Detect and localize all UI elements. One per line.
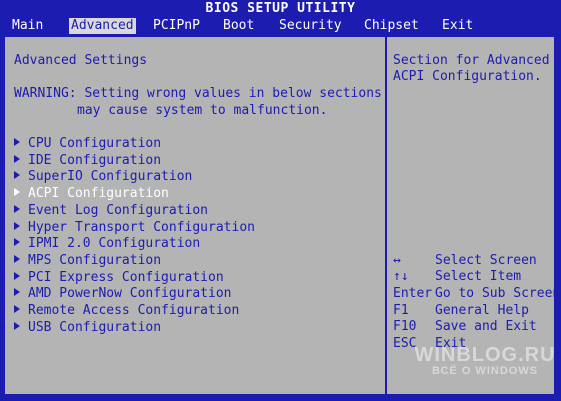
menu-pcipnp[interactable]: PCIPnP (151, 18, 202, 34)
triangle-right-icon (14, 288, 20, 296)
menu-entry-mps[interactable]: MPS Configuration (14, 253, 161, 269)
key-select-item-action: Select Item (435, 269, 522, 284)
triangle-right-icon (14, 322, 20, 330)
warning-line-2: may cause system to malfunction. (77, 103, 328, 118)
menu-security[interactable]: Security (277, 18, 344, 34)
key-enter-action: Go to Sub Screen (435, 286, 561, 301)
menu-entry-pci-express[interactable]: PCI Express Configuration (14, 270, 224, 286)
triangle-right-icon (14, 238, 20, 246)
menu-boot[interactable]: Boot (221, 18, 256, 34)
main-panel: Advanced Settings WARNING: Setting wrong… (3, 35, 560, 396)
triangle-right-icon (14, 222, 20, 230)
key-f1: F1 (393, 303, 409, 318)
settings-pane: Advanced Settings WARNING: Setting wrong… (5, 37, 385, 394)
triangle-right-icon (14, 205, 20, 213)
menu-entry-ipmi[interactable]: IPMI 2.0 Configuration (14, 236, 200, 252)
help-text-line-2: ACPI Configuration. (393, 69, 542, 84)
triangle-right-icon (14, 272, 20, 280)
key-f10-action: Save and Exit (435, 319, 537, 334)
watermark: WINBLOG.RU ВСЁ О WINDOWS (410, 344, 560, 377)
key-select-item: ↑↓ (393, 269, 409, 284)
menu-main[interactable]: Main (10, 18, 45, 34)
menu-entry-cpu[interactable]: CPU Configuration (14, 136, 161, 152)
menu-chipset[interactable]: Chipset (362, 18, 421, 34)
menu-entry-event-log[interactable]: Event Log Configuration (14, 203, 208, 219)
help-pane: Section for Advanced ACPI Configuration.… (387, 37, 560, 394)
section-title: Advanced Settings (14, 53, 148, 68)
key-select-screen-action: Select Screen (435, 253, 537, 268)
key-enter: Enter (393, 286, 433, 301)
menu-advanced[interactable]: Advanced (69, 18, 136, 34)
key-f1-action: General Help (435, 303, 529, 318)
menu-bar: Main Advanced PCIPnP Boot Security Chips… (0, 17, 561, 35)
key-f10: F10 (393, 319, 417, 334)
triangle-right-icon (14, 155, 20, 163)
menu-entry-remote-access[interactable]: Remote Access Configuration (14, 303, 239, 319)
menu-entry-ide[interactable]: IDE Configuration (14, 153, 161, 169)
triangle-right-icon (14, 255, 20, 263)
menu-entry-hyper-transport[interactable]: Hyper Transport Configuration (14, 220, 255, 236)
warning-line-1: WARNING: Setting wrong values in below s… (14, 86, 382, 101)
watermark-line-1: WINBLOG.RU (414, 344, 556, 366)
menu-entry-usb[interactable]: USB Configuration (14, 320, 161, 336)
menu-entry-superio[interactable]: SuperIO Configuration (14, 169, 192, 185)
key-select-screen: ↔ (393, 253, 401, 268)
triangle-right-icon (14, 305, 20, 313)
help-text-line-1: Section for Advanced (393, 53, 550, 68)
menu-exit[interactable]: Exit (440, 18, 475, 34)
triangle-right-icon (14, 171, 20, 179)
menu-entry-amd-powernow[interactable]: AMD PowerNow Configuration (14, 286, 232, 302)
window-title: BIOS SETUP UTILITY (0, 0, 561, 17)
watermark-line-2: ВСЁ О WINDOWS (431, 365, 539, 377)
menu-entry-acpi[interactable]: ACPI Configuration (14, 186, 169, 202)
triangle-right-icon (14, 138, 20, 146)
triangle-right-icon (14, 188, 20, 196)
